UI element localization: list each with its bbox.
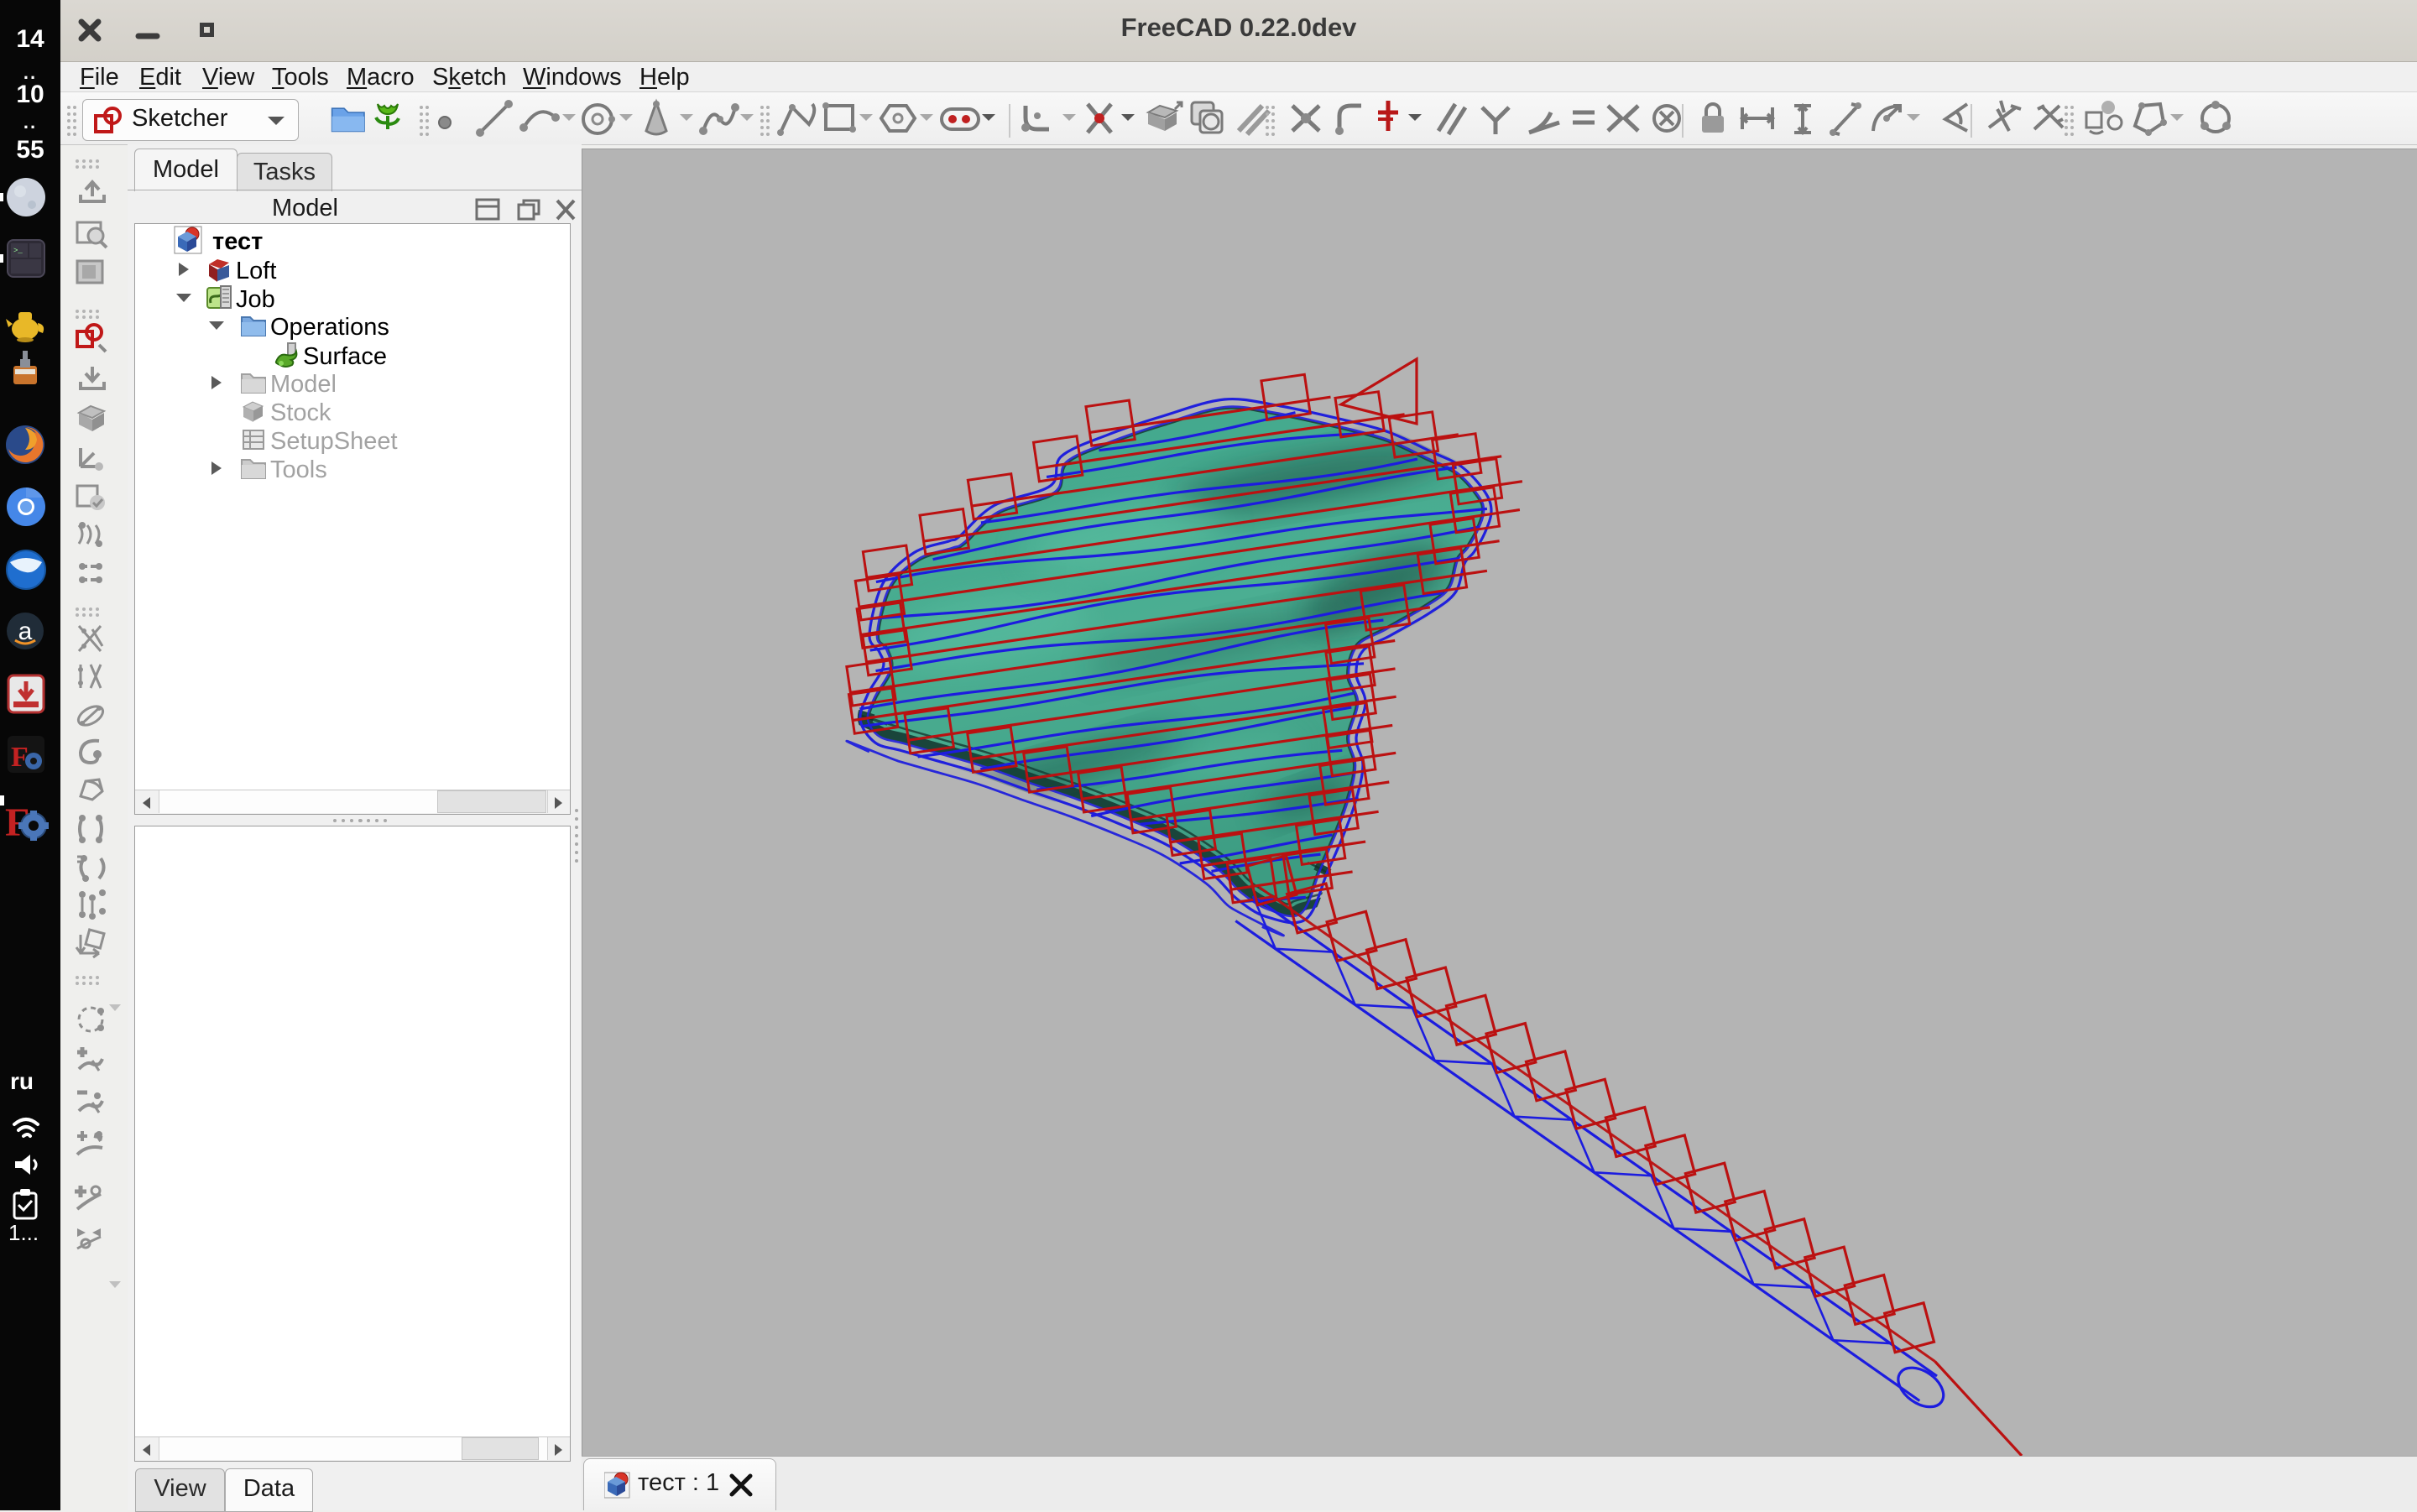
svg-text:F: F — [11, 742, 29, 773]
svg-text:Operations: Operations — [270, 314, 389, 341]
svg-text:Stock: Stock — [270, 399, 331, 426]
svg-text:Surface: Surface — [303, 343, 387, 370]
svg-text:Job: Job — [236, 286, 275, 313]
svg-text:тест: тест — [212, 228, 263, 255]
svg-text:Tools: Tools — [270, 456, 327, 483]
svg-text:Model: Model — [270, 371, 337, 398]
svg-text:Loft: Loft — [236, 258, 276, 284]
svg-text:SetupSheet: SetupSheet — [270, 428, 398, 455]
svg-text:a: a — [18, 618, 33, 645]
svg-text:1...: 1... — [8, 1220, 39, 1245]
svg-text:ru: ru — [10, 1068, 34, 1094]
svg-text:>_: >_ — [13, 247, 23, 255]
